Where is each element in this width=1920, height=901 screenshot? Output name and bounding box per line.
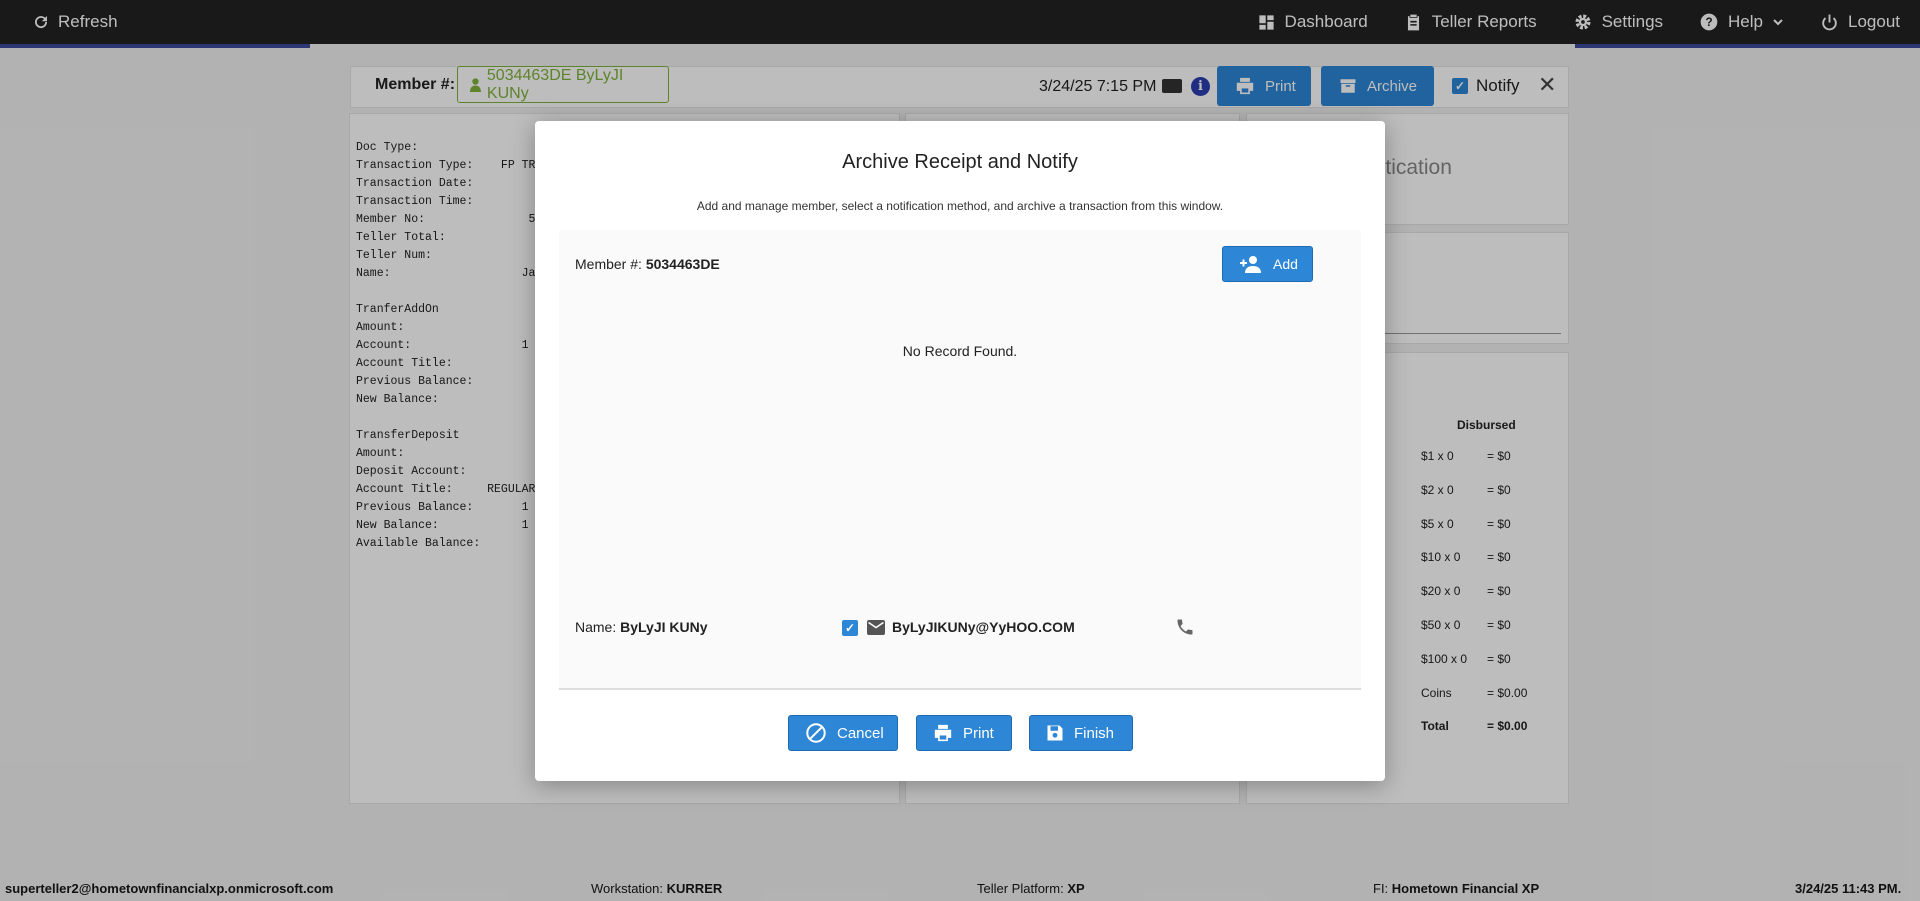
archive-modal: Archive Receipt and Notify Add and manag… [535, 121, 1385, 781]
phone-icon[interactable] [1175, 617, 1195, 637]
footer-user: superteller2@hometownfinancialxp.onmicro… [5, 881, 334, 896]
footer-fi: FI: Hometown Financial XP [1373, 881, 1540, 896]
cancel-icon [806, 723, 826, 743]
printer-icon [934, 724, 952, 742]
modal-print-button[interactable]: Print [916, 715, 1012, 751]
modal-member-label: Member #: [575, 256, 642, 272]
status-footer: superteller2@hometownfinancialxp.onmicro… [0, 875, 1920, 901]
finish-button[interactable]: Finish [1029, 715, 1133, 751]
no-record-message: No Record Found. [902, 343, 1018, 359]
save-icon [1047, 725, 1063, 741]
add-member-label: Add [1273, 256, 1298, 272]
person-add-icon [1240, 256, 1261, 273]
member-email[interactable]: ByLyJIKUNy@YyHOO.COM [892, 619, 1075, 635]
footer-platform: Teller Platform: XP [977, 881, 1085, 896]
footer-workstation: Workstation: KURRER [591, 881, 723, 896]
footer-datetime: 3/24/25 11:43 PM. [1795, 881, 1902, 896]
mail-icon [867, 620, 885, 635]
modal-member: Member #: 5034463DE [575, 256, 720, 272]
modal-title: Archive Receipt and Notify [842, 151, 1078, 173]
modal-subtitle: Add and manage member, select a notifica… [696, 199, 1224, 213]
email-checkbox[interactable]: ✓ [842, 620, 858, 636]
modal-body: Member #: 5034463DE Add No Record Found.… [559, 230, 1361, 690]
add-member-button[interactable]: Add [1222, 246, 1313, 282]
modal-print-label: Print [963, 724, 994, 742]
modal-name: Name: ByLyJI KUNy [575, 619, 708, 635]
modal-name-label: Name: [575, 619, 617, 635]
cancel-label: Cancel [837, 724, 884, 742]
modal-member-value: 5034463DE [645, 256, 720, 272]
finish-label: Finish [1074, 724, 1115, 742]
cancel-button[interactable]: Cancel [788, 715, 898, 751]
modal-name-value: ByLyJI KUNy [620, 619, 708, 635]
